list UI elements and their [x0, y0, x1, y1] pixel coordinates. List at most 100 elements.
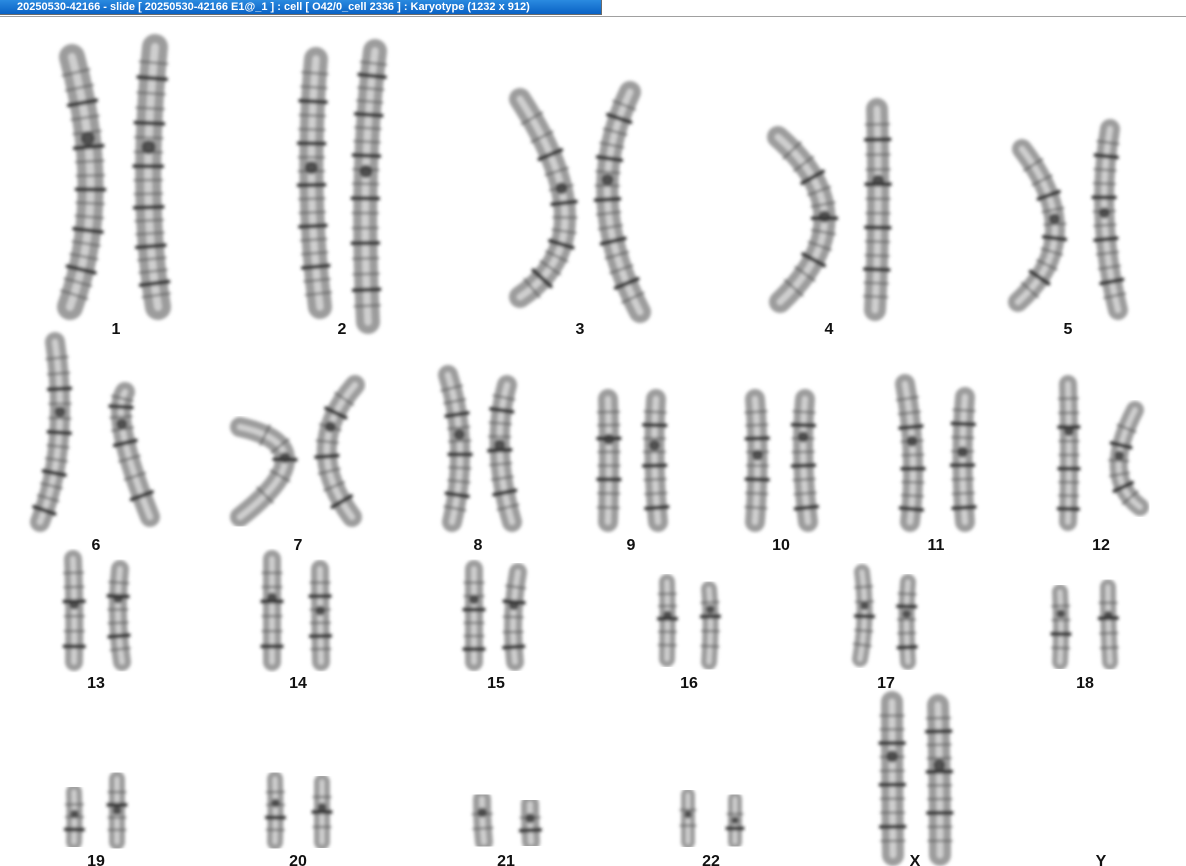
- chromosome-pair-21[interactable]: [471, 790, 543, 851]
- chromosome-pair-22[interactable]: [679, 788, 745, 849]
- chromosome-1-homolog-1[interactable]: [57, 44, 107, 320]
- chromosome-pair-16[interactable]: [656, 574, 722, 670]
- g-band: [951, 477, 975, 481]
- g-band: [74, 159, 105, 164]
- chromosome-17-homolog-2[interactable]: [896, 574, 918, 670]
- g-band: [502, 644, 526, 650]
- chromosome-pair-10[interactable]: [744, 389, 820, 532]
- chromosome-18-homolog-1[interactable]: [1050, 584, 1072, 670]
- chromosome-label-11: 11: [928, 537, 945, 554]
- centromere: [603, 433, 615, 445]
- chromosome-label-5: 5: [1064, 321, 1073, 338]
- chromosome-12-homolog-1[interactable]: [1056, 375, 1081, 531]
- chromosome-6-homolog-1[interactable]: [30, 332, 73, 532]
- g-band: [1093, 152, 1119, 160]
- chromosome-17-homolog-1[interactable]: [852, 564, 876, 667]
- chromosome-15-homolog-1[interactable]: [462, 560, 486, 671]
- chromosome-16-homolog-2[interactable]: [699, 581, 722, 670]
- g-band: [314, 453, 340, 460]
- chromosome-pair-12[interactable]: [1056, 375, 1149, 531]
- chromosome-pair-4[interactable]: [767, 98, 892, 321]
- chromosome-21-homolog-2[interactable]: [518, 795, 543, 851]
- chromosome-10-homolog-2[interactable]: [790, 389, 820, 532]
- g-band: [644, 491, 668, 496]
- centromere: [648, 439, 660, 451]
- chromosome-pair-17[interactable]: [852, 564, 918, 670]
- chromosome-pair-2[interactable]: [296, 39, 388, 334]
- chromosome-14-homolog-1[interactable]: [260, 550, 284, 671]
- chromosome-4-homolog-1[interactable]: [767, 126, 839, 313]
- chromosome-22-homolog-2[interactable]: [725, 792, 745, 849]
- chromosome-1-homolog-2[interactable]: [132, 34, 171, 320]
- chromosome-22-homolog-1[interactable]: [679, 788, 697, 849]
- chromosome-2-homolog-1[interactable]: [296, 47, 333, 319]
- chromosome-label-1: 1: [112, 321, 121, 338]
- chromosome-pair-18[interactable]: [1050, 579, 1119, 670]
- g-band: [793, 504, 820, 511]
- centromere: [731, 816, 739, 825]
- chromosome-19-homolog-2[interactable]: [106, 771, 128, 850]
- chromosome-16-homolog-1[interactable]: [656, 574, 679, 667]
- chromosome-x-homolog-2[interactable]: [924, 694, 954, 866]
- chromosome-11-homolog-2[interactable]: [949, 387, 977, 532]
- chromosome-pair-13[interactable]: [62, 550, 131, 671]
- chromosome-5-homolog-1[interactable]: [1008, 139, 1068, 312]
- chromosome-8-homolog-2[interactable]: [487, 375, 522, 532]
- chromosome-10-homolog-1[interactable]: [744, 389, 770, 532]
- karyotype-canvas[interactable]: 1 2 3 4 5 6 7 8 9 10 11 12 13 14 15 16 17 18 19 20 21 22 X Y: [0, 17, 1186, 866]
- chromosome-label-x: X: [910, 853, 921, 866]
- chromosome-7-homolog-1[interactable]: [230, 417, 298, 527]
- chromosome-20-homolog-2[interactable]: [311, 774, 333, 850]
- g-band: [489, 406, 515, 415]
- chromatid-core: [651, 396, 661, 525]
- chromosome-6-homolog-2[interactable]: [108, 382, 160, 527]
- chromosome-label-10: 10: [772, 537, 790, 554]
- chromosome-pair-7[interactable]: [230, 375, 365, 527]
- chromosome-9-homolog-2[interactable]: [641, 389, 670, 532]
- chromosome-7-homolog-2[interactable]: [314, 375, 365, 527]
- chromosome-pair-15[interactable]: [462, 560, 527, 671]
- chromosome-3-homolog-2[interactable]: [593, 81, 651, 323]
- chromosome-5-homolog-2[interactable]: [1091, 119, 1128, 320]
- centromere: [70, 809, 79, 819]
- centromere: [112, 806, 122, 816]
- chromosome-pair-11[interactable]: [895, 374, 977, 532]
- chromosome-x-homolog-1[interactable]: [878, 691, 907, 866]
- chromosome-3-homolog-1[interactable]: [509, 88, 578, 308]
- chromosome-11-homolog-1[interactable]: [895, 374, 926, 532]
- chromosome-13-homolog-1[interactable]: [62, 550, 86, 671]
- chromosome-14-homolog-2[interactable]: [308, 560, 333, 671]
- centromere: [359, 164, 373, 178]
- centromere: [751, 449, 763, 461]
- chromosome-19-homolog-1[interactable]: [63, 784, 86, 850]
- window-title-tab[interactable]: 20250530-42166 - slide [ 20250530-42166 …: [0, 0, 602, 15]
- chromosome-12-homolog-2[interactable]: [1108, 401, 1149, 516]
- chromosome-4-homolog-2[interactable]: [862, 98, 892, 321]
- chromosome-pair-1[interactable]: [57, 34, 171, 320]
- chromosome-pair-8[interactable]: [438, 365, 522, 532]
- chromosome-9-homolog-1[interactable]: [596, 389, 622, 532]
- chromosome-pair-19[interactable]: [63, 771, 128, 850]
- chromosome-20-homolog-1[interactable]: [264, 771, 287, 850]
- chromosome-pair-9[interactable]: [596, 389, 670, 532]
- chromosome-21-homolog-1[interactable]: [471, 790, 494, 851]
- centromere: [555, 182, 568, 195]
- chromosome-8-homolog-1[interactable]: [438, 365, 473, 532]
- chromosome-15-homolog-2[interactable]: [502, 563, 527, 671]
- chromosome-pair-3[interactable]: [509, 81, 651, 323]
- g-band: [108, 580, 130, 585]
- g-band: [75, 173, 106, 178]
- g-band: [133, 192, 164, 196]
- chromosome-pair-20[interactable]: [264, 771, 333, 850]
- chromosome-18-homolog-2[interactable]: [1097, 579, 1119, 670]
- chromosome-pair-5[interactable]: [1008, 119, 1128, 320]
- chromosome-pair-x[interactable]: [878, 691, 954, 866]
- g-band: [1050, 604, 1071, 608]
- chromosome-pair-6[interactable]: [30, 332, 160, 532]
- chromosome-13-homolog-2[interactable]: [106, 560, 131, 671]
- chromosome-pair-14[interactable]: [260, 550, 333, 671]
- centromere: [69, 599, 80, 610]
- g-band: [300, 85, 328, 90]
- g-band: [595, 154, 624, 163]
- chromosome-2-homolog-2[interactable]: [350, 39, 388, 334]
